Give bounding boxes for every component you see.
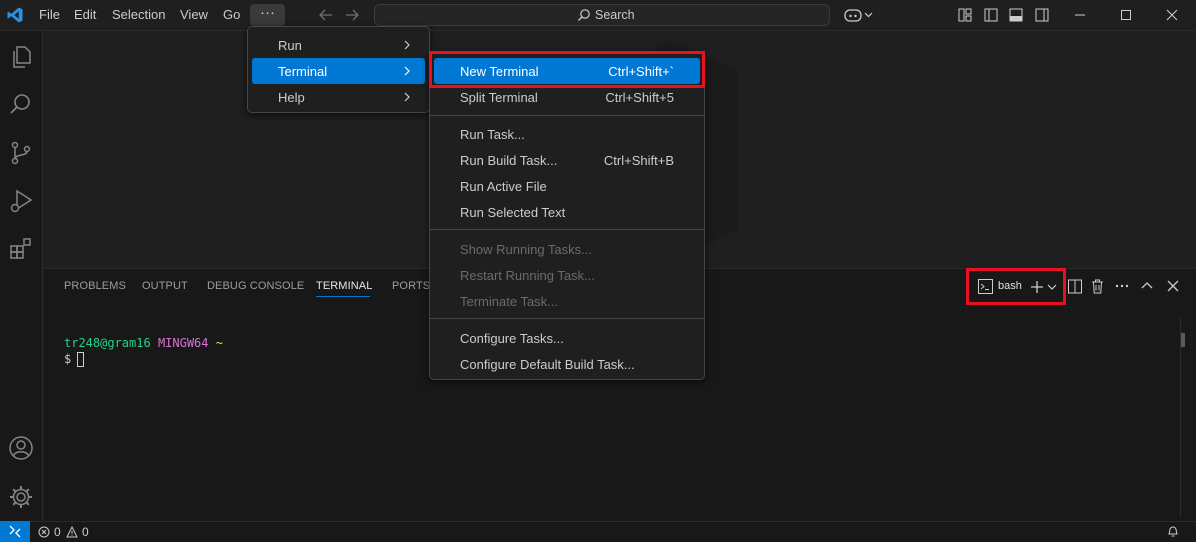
split-terminal-label: Split Terminal: [460, 90, 538, 105]
tab-output[interactable]: OUTPUT: [142, 280, 188, 292]
run-build-task-shortcut: Ctrl+Shift+B: [603, 153, 674, 168]
run-task-label: Run Task...: [460, 127, 525, 142]
configure-default-build-task-label: Configure Default Build Task...: [460, 357, 635, 372]
menu-item-run-build-task[interactable]: Run Build Task... Ctrl+Shift+B: [434, 147, 700, 173]
chevron-right-icon: [403, 66, 411, 76]
terminal-user-host: tr248@gram16: [64, 336, 151, 350]
search-placeholder: Search: [595, 8, 635, 22]
show-running-tasks-label: Show Running Tasks...: [460, 242, 592, 257]
menu-file[interactable]: File: [39, 7, 60, 22]
tab-problems[interactable]: PROBLEMS: [64, 280, 126, 292]
warning-count[interactable]: 0: [82, 525, 89, 539]
menu-item-configure-tasks[interactable]: Configure Tasks...: [434, 325, 700, 351]
menu-item-configure-default-build-task[interactable]: Configure Default Build Task...: [434, 351, 700, 377]
terminal-dropdown-chevron-icon[interactable]: [1047, 283, 1057, 291]
menu-item-show-running-tasks: Show Running Tasks...: [434, 236, 700, 262]
menu-item-run-label: Run: [278, 38, 302, 53]
forward-arrow-icon[interactable]: [344, 8, 360, 22]
toggle-secondary-sidebar-icon[interactable]: [1035, 8, 1049, 22]
chevron-right-icon: [403, 40, 411, 50]
error-icon: [38, 526, 50, 538]
menu-separator: [430, 318, 704, 319]
menu-item-help[interactable]: Help: [252, 84, 425, 110]
search-icon: [577, 8, 591, 22]
maximize-panel-chevron-up-icon[interactable]: [1141, 281, 1153, 291]
terminal-cwd: ~: [215, 336, 223, 350]
more-menu-dropdown: Run Terminal Help: [247, 26, 430, 113]
close-panel-icon[interactable]: [1167, 280, 1179, 292]
maximize-icon[interactable]: [1120, 9, 1132, 21]
menu-item-run-active-file[interactable]: Run Active File: [434, 173, 700, 199]
menu-edit[interactable]: Edit: [74, 7, 96, 22]
menu-item-restart-running-task: Restart Running Task...: [434, 262, 700, 288]
terminal-profile-icon: [978, 279, 993, 294]
explorer-icon[interactable]: [8, 44, 34, 70]
close-window-icon[interactable]: [1166, 9, 1178, 21]
customize-layout-icon[interactable]: [958, 8, 972, 22]
notifications-bell-icon[interactable]: [1167, 525, 1179, 538]
new-terminal-plus-icon[interactable]: [1030, 280, 1044, 294]
terminal-submenu: New Terminal Ctrl+Shift+` Split Terminal…: [429, 52, 705, 380]
accounts-icon[interactable]: [8, 435, 34, 461]
terminal-cursor[interactable]: [77, 352, 84, 367]
menu-view[interactable]: View: [180, 7, 208, 22]
tab-debug-console[interactable]: DEBUG CONSOLE: [207, 280, 304, 292]
menu-item-terminate-task: Terminate Task...: [434, 288, 700, 314]
active-tab-indicator: [316, 296, 370, 297]
menu-selection[interactable]: Selection: [112, 7, 165, 22]
menu-go[interactable]: Go: [223, 7, 240, 22]
terminate-task-label: Terminate Task...: [460, 294, 559, 309]
back-arrow-icon[interactable]: [318, 8, 334, 22]
terminal-scroll-track: [1180, 318, 1194, 518]
split-terminal-shortcut: Ctrl+Shift+5: [605, 90, 674, 105]
status-bar: [0, 521, 1196, 542]
source-control-icon[interactable]: [8, 140, 34, 166]
menu-item-run-task[interactable]: Run Task...: [434, 121, 700, 147]
menu-separator: [430, 115, 704, 116]
run-debug-icon[interactable]: [8, 188, 34, 214]
configure-tasks-label: Configure Tasks...: [460, 331, 564, 346]
vscode-logo-icon[interactable]: [6, 6, 24, 24]
manage-gear-icon[interactable]: [8, 484, 34, 510]
menu-item-terminal[interactable]: Terminal: [252, 58, 425, 84]
search-view-icon[interactable]: [8, 92, 34, 118]
highlight-box-new-terminal: [429, 51, 705, 88]
run-selected-text-label: Run Selected Text: [460, 205, 566, 220]
error-count[interactable]: 0: [54, 525, 61, 539]
extensions-icon[interactable]: [8, 236, 34, 262]
toggle-primary-sidebar-icon[interactable]: [984, 8, 998, 22]
menu-item-help-label: Help: [278, 90, 305, 105]
toggle-panel-icon[interactable]: [1009, 8, 1023, 22]
chevron-right-icon: [403, 92, 411, 102]
more-menu-button[interactable]: ···: [250, 4, 285, 26]
more-actions-icon[interactable]: [1115, 283, 1129, 289]
split-terminal-icon[interactable]: [1068, 279, 1082, 294]
terminal-env: MINGW64: [157, 336, 209, 350]
remote-indicator[interactable]: [0, 521, 30, 542]
restart-running-task-label: Restart Running Task...: [460, 268, 595, 283]
minimize-icon[interactable]: [1074, 9, 1086, 21]
menu-item-run[interactable]: Run: [252, 32, 425, 58]
menu-item-run-selected-text[interactable]: Run Selected Text: [434, 199, 700, 225]
kill-terminal-trash-icon[interactable]: [1091, 279, 1104, 294]
tab-ports[interactable]: PORTS: [392, 280, 430, 292]
run-build-task-label: Run Build Task...: [460, 153, 558, 168]
warning-icon: [66, 526, 78, 538]
copilot-icon[interactable]: [844, 7, 874, 23]
tab-terminal[interactable]: TERMINAL: [316, 280, 372, 292]
run-active-file-label: Run Active File: [460, 179, 547, 194]
terminal-prompt-line: tr248@gram16 MINGW64 ~: [64, 336, 223, 350]
terminal-profile-label[interactable]: bash: [998, 280, 1022, 292]
menu-item-terminal-label: Terminal: [278, 64, 328, 79]
menu-separator: [430, 229, 704, 230]
terminal-prompt-symbol: $: [64, 352, 72, 366]
